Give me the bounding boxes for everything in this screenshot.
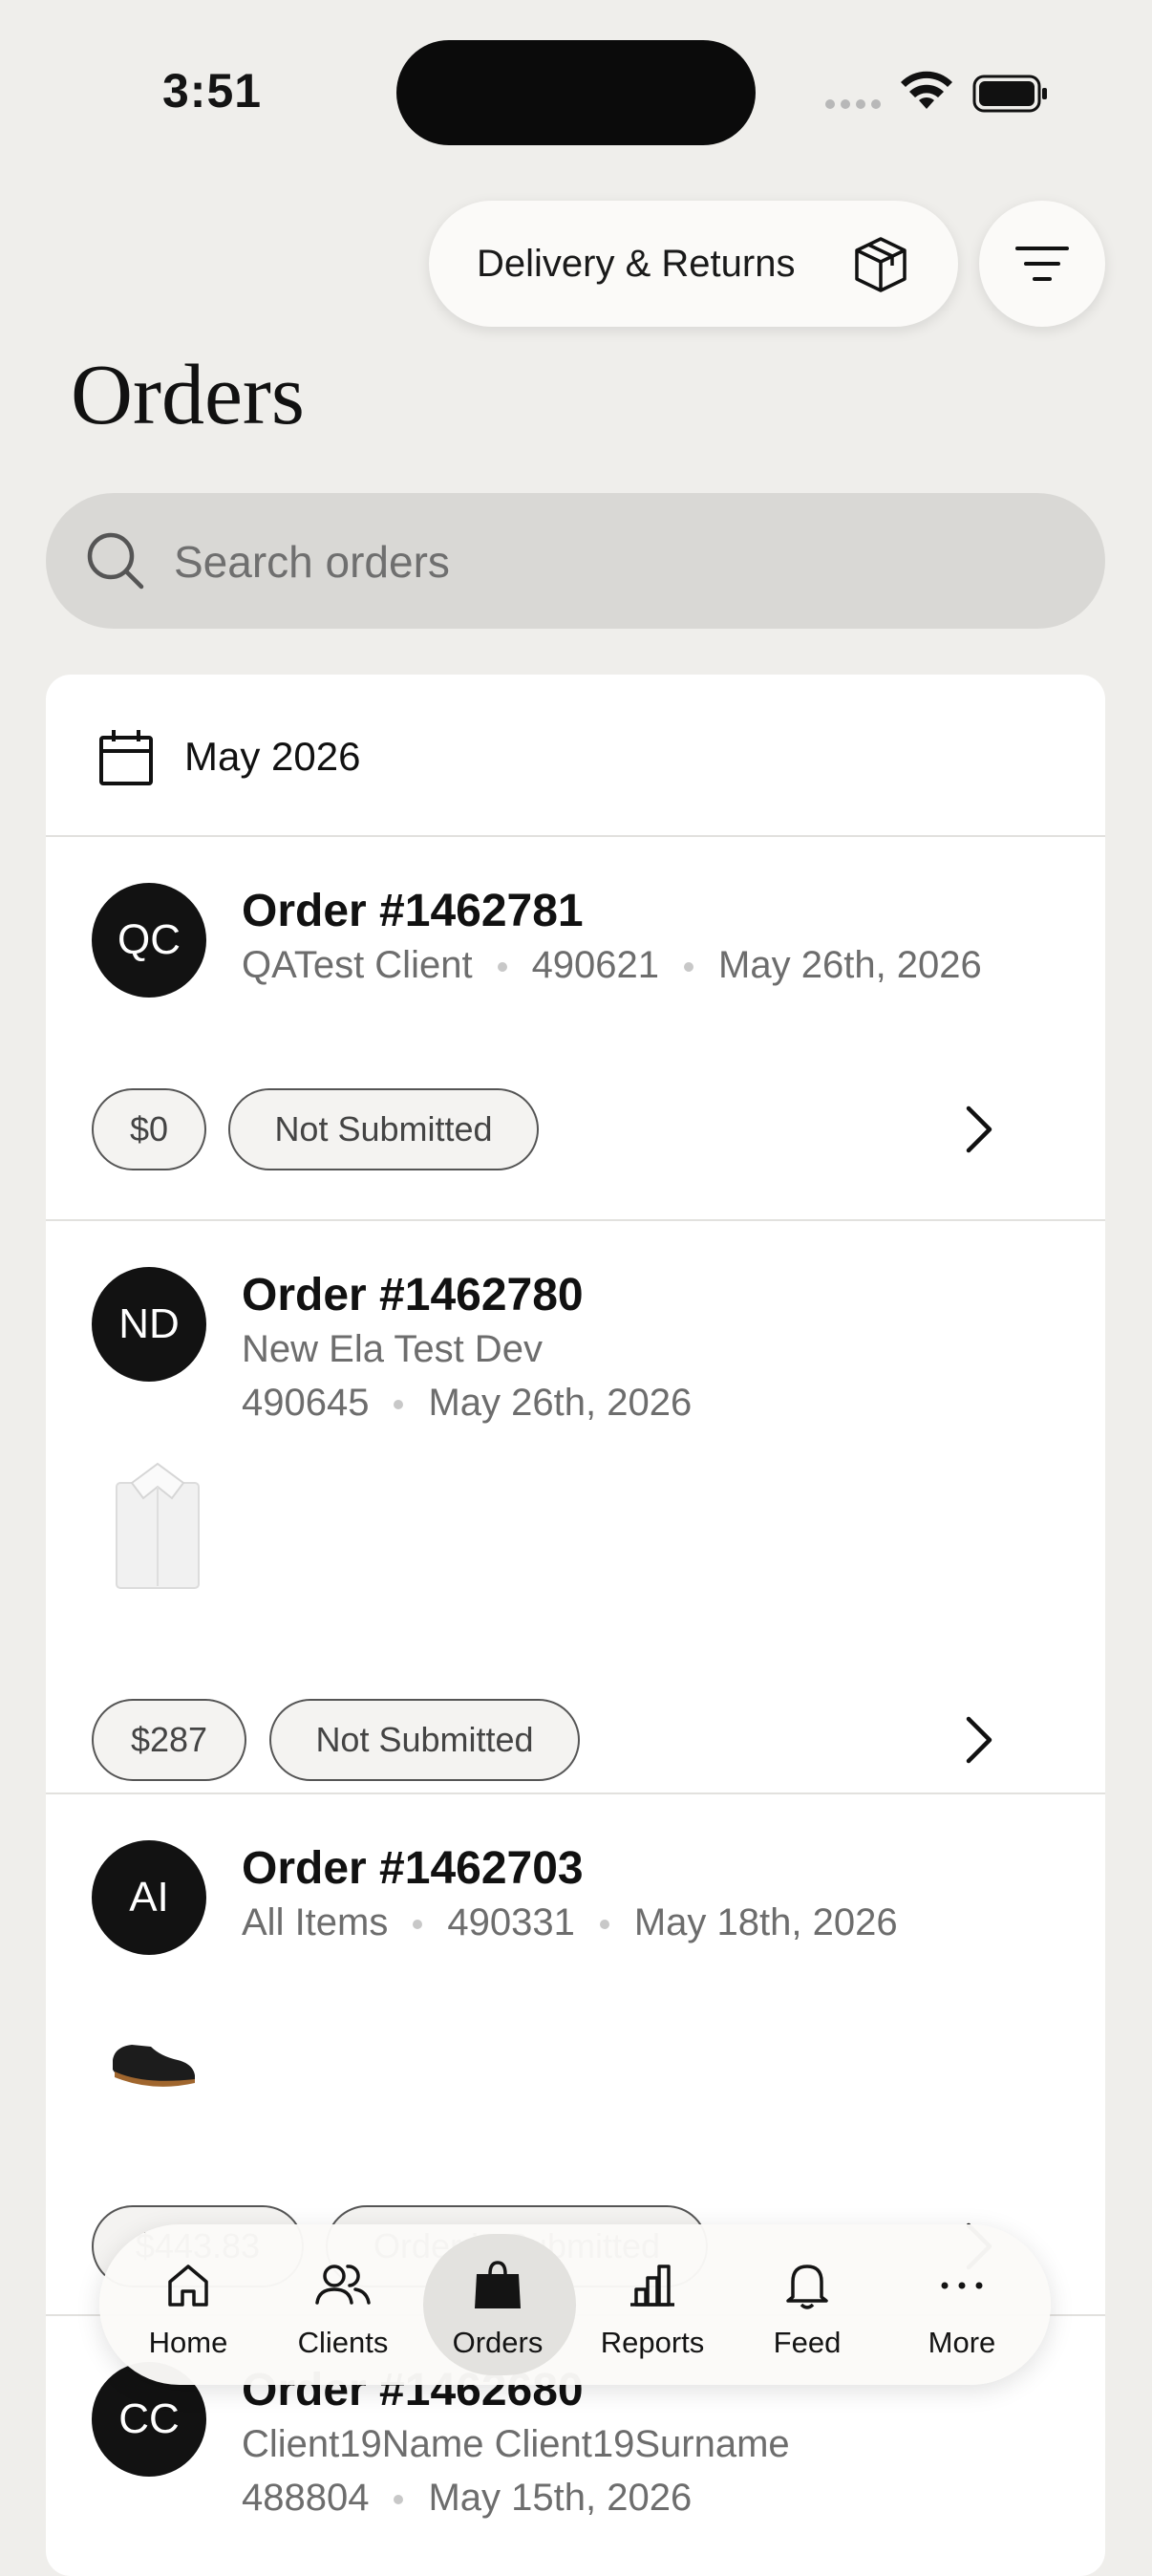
shoe-thumbnail [113,2045,195,2087]
avatar: QC [92,883,206,998]
client-name: New Ela Test Dev [242,1328,543,1370]
account-number: 490331 [447,1901,575,1943]
client-name: Client19Name Client19Surname [242,2423,790,2465]
delivery-returns-button[interactable]: Delivery & Returns [429,201,958,327]
order-meta: All Items 490331 May 18th, 2026 [242,1901,898,1944]
filter-button[interactable] [979,201,1105,327]
amount-badge: $0 [92,1088,206,1170]
order-title: Order #1462703 [242,1843,584,1894]
order-row[interactable]: ND Order #1462780 New Ela Test Dev 49064… [46,1219,1105,1794]
tab-label: Home [148,2326,228,2359]
tab-orders[interactable]: Orders [421,2224,576,2385]
order-date: May 15th, 2026 [428,2477,693,2519]
tab-label: Feed [773,2326,842,2359]
order-meta: 490645 May 26th, 2026 [242,1382,692,1425]
account-number: 488804 [242,2477,370,2519]
tab-clients[interactable]: Clients [267,2224,419,2385]
order-date: May 26th, 2026 [718,944,982,986]
tab-label: Orders [452,2326,544,2359]
tab-home[interactable]: Home [112,2224,265,2385]
tab-label: Clients [297,2326,389,2359]
tab-more[interactable]: More [885,2224,1038,2385]
account-number: 490645 [242,1382,370,1424]
account-number: 490621 [531,944,660,986]
month-header: May 2026 [46,675,1105,837]
package-icon [855,237,907,292]
tab-label: More [928,2326,996,2359]
shirt-thumbnail [116,1462,200,1589]
avatar: AI [92,1840,206,1955]
clients-icon [315,2265,371,2305]
bar-chart-icon [630,2265,674,2307]
more-dots-icon [941,2282,983,2289]
delivery-returns-label: Delivery & Returns [477,242,796,285]
client-name: All Items [242,1901,389,1943]
order-meta: 488804 May 15th, 2026 [242,2477,692,2520]
home-icon [168,2265,208,2307]
month-label: May 2026 [184,734,361,779]
order-title: Order #1462781 [242,886,584,936]
cellular-signal-icon [825,99,883,111]
amount-badge: $287 [92,1699,246,1781]
filter-icon [1015,247,1069,281]
calendar-icon [99,730,153,785]
shopping-bag-icon [475,2261,521,2308]
order-row[interactable]: QC Order #1462781 QATest Client 490621 May… [46,835,1105,1221]
page-title: Orders [71,348,305,442]
chevron-right-icon[interactable] [963,1105,995,1154]
chevron-right-icon[interactable] [963,1715,995,1765]
order-date: May 26th, 2026 [428,1382,693,1424]
tab-feed[interactable]: Feed [731,2224,884,2385]
avatar: ND [92,1267,206,1382]
dynamic-island [396,40,756,145]
tab-label: Reports [600,2326,705,2359]
client-name: QATest Client [242,944,473,986]
order-date: May 18th, 2026 [633,1901,898,1943]
status-badge: Not Submitted [269,1699,580,1781]
battery-icon [972,75,1047,113]
order-meta: QATest Client 490621 May 26th, 2026 [242,944,982,987]
bell-icon [786,2265,828,2309]
status-badge: Not Submitted [228,1088,539,1170]
search-input[interactable] [172,522,1035,602]
order-title: Order #1462780 [242,1270,584,1320]
search-bar[interactable] [46,493,1105,629]
search-icon [87,532,144,590]
tab-reports[interactable]: Reports [576,2224,729,2385]
status-time: 3:51 [162,64,263,118]
wifi-icon [901,71,952,109]
bottom-tab-bar: Home Clients Orders Reports Feed More [99,2224,1051,2385]
